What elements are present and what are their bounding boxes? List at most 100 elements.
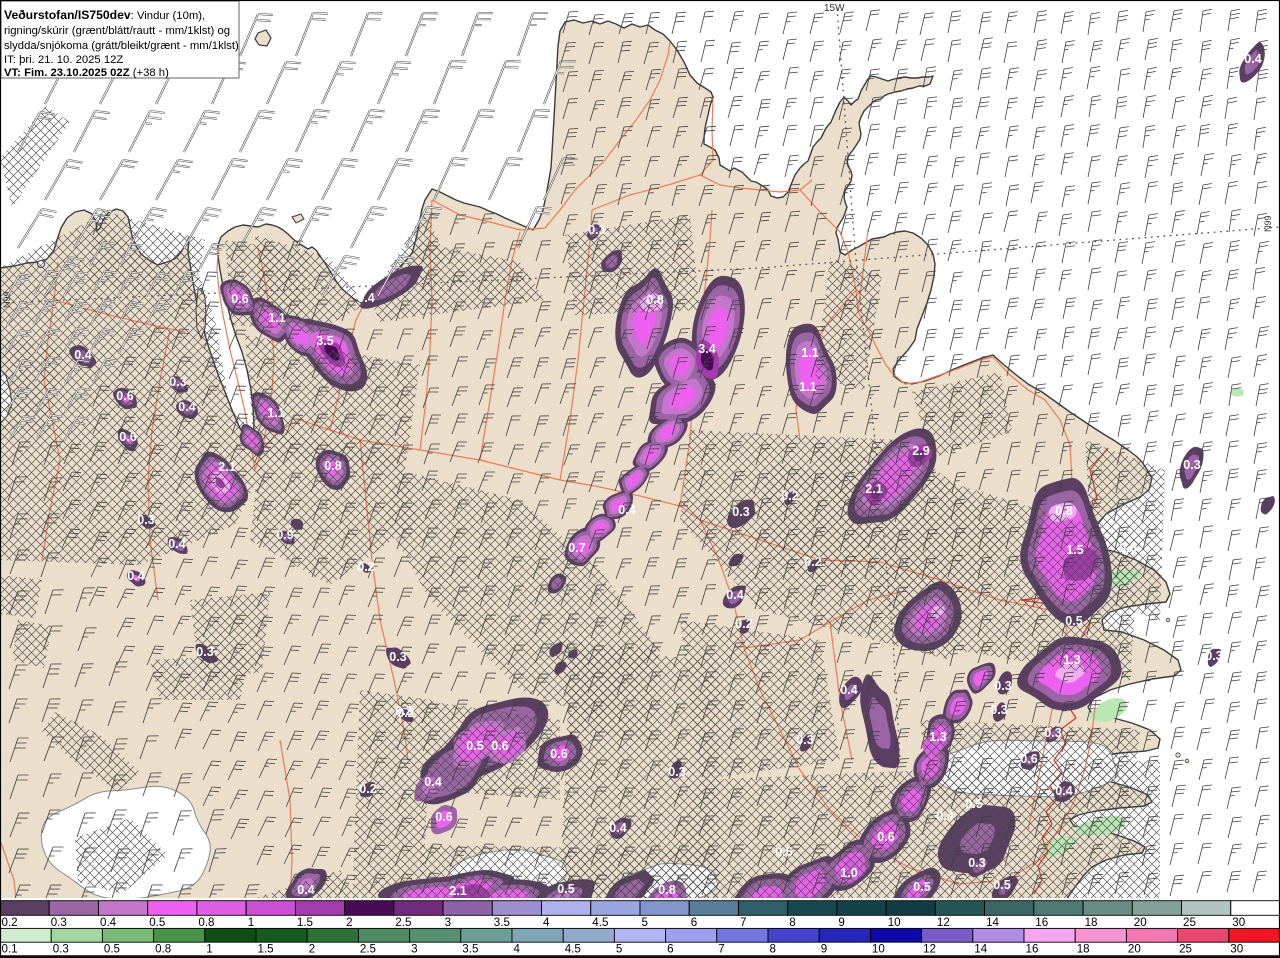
svg-text:2.1: 2.1 xyxy=(865,482,882,496)
svg-text:2: 2 xyxy=(309,943,315,956)
svg-text:0.6: 0.6 xyxy=(1119,541,1136,555)
svg-text:0.5: 0.5 xyxy=(104,943,120,956)
svg-text:0.4: 0.4 xyxy=(609,821,626,835)
svg-text:0.5: 0.5 xyxy=(149,916,165,929)
svg-text:0.3: 0.3 xyxy=(1205,649,1222,663)
svg-text:1.3: 1.3 xyxy=(929,730,946,744)
svg-text:0.3: 0.3 xyxy=(990,703,1007,717)
svg-text:0.6: 0.6 xyxy=(231,292,248,306)
svg-text:slydda/snjókoma (grátt/bleikt/: slydda/snjókoma (grátt/bleikt/grænt - mm… xyxy=(4,40,239,52)
svg-text:7: 7 xyxy=(718,943,724,956)
svg-text:1.3: 1.3 xyxy=(1063,653,1080,667)
svg-text:3: 3 xyxy=(411,943,417,956)
svg-text:0.8: 0.8 xyxy=(646,293,663,307)
svg-text:0.6: 0.6 xyxy=(775,845,792,859)
svg-text:2.1: 2.1 xyxy=(449,884,466,898)
svg-text:0.4: 0.4 xyxy=(840,683,857,697)
svg-text:0.5: 0.5 xyxy=(913,880,930,894)
svg-text:25: 25 xyxy=(1183,916,1196,929)
svg-text:0.8: 0.8 xyxy=(324,459,341,473)
svg-text:0.3: 0.3 xyxy=(51,916,67,929)
svg-text:8: 8 xyxy=(789,916,795,929)
svg-text:0.4: 0.4 xyxy=(1055,784,1072,798)
svg-text:0.3: 0.3 xyxy=(668,765,685,779)
svg-text:0.6: 0.6 xyxy=(1020,752,1037,766)
svg-text:0.4: 0.4 xyxy=(424,775,441,789)
svg-text:5: 5 xyxy=(616,943,622,956)
svg-text:16: 16 xyxy=(1026,943,1039,956)
svg-text:12: 12 xyxy=(923,943,936,956)
svg-text:0.4: 0.4 xyxy=(168,537,185,551)
svg-text:0.6: 0.6 xyxy=(119,430,136,444)
svg-text:2.1: 2.1 xyxy=(218,460,235,474)
svg-text:4.5: 4.5 xyxy=(565,943,581,956)
svg-text:0.3: 0.3 xyxy=(994,679,1011,693)
svg-text:0.5: 0.5 xyxy=(1065,614,1082,628)
svg-text:1.5: 1.5 xyxy=(1066,543,1083,557)
svg-text:3.5: 3.5 xyxy=(462,943,478,956)
svg-text:0.4: 0.4 xyxy=(74,348,91,362)
svg-text:3: 3 xyxy=(445,916,451,929)
svg-text:Veðurstofan/IS750dev: Vindur (: Veðurstofan/IS750dev: Vindur (10m), xyxy=(4,8,205,22)
svg-text:15W: 15W xyxy=(824,3,845,14)
svg-text:0.3: 0.3 xyxy=(732,505,749,519)
svg-text:0.6: 0.6 xyxy=(116,389,133,403)
svg-text:2: 2 xyxy=(346,916,352,929)
svg-text:6: 6 xyxy=(667,943,673,956)
svg-text:20: 20 xyxy=(1134,916,1147,929)
svg-text:0.4: 0.4 xyxy=(726,588,743,602)
svg-text:0.3: 0.3 xyxy=(53,943,69,956)
svg-text:0.9: 0.9 xyxy=(276,528,293,542)
svg-text:0.3: 0.3 xyxy=(196,645,213,659)
svg-text:0.3: 0.3 xyxy=(588,223,605,237)
svg-text:0.4: 0.4 xyxy=(178,400,195,414)
svg-text:14: 14 xyxy=(986,916,999,929)
svg-text:14: 14 xyxy=(974,943,987,956)
svg-text:2.5: 2.5 xyxy=(395,916,411,929)
svg-text:16: 16 xyxy=(1035,916,1048,929)
svg-text:2.9: 2.9 xyxy=(912,444,929,458)
svg-text:0.5: 0.5 xyxy=(965,797,982,811)
svg-text:1.5: 1.5 xyxy=(297,916,313,929)
svg-text:12: 12 xyxy=(937,916,950,929)
svg-text:30: 30 xyxy=(1230,943,1243,956)
svg-text:0.2: 0.2 xyxy=(2,916,18,929)
svg-text:7: 7 xyxy=(740,916,746,929)
svg-text:0.2: 0.2 xyxy=(357,560,374,574)
svg-text:0.8: 0.8 xyxy=(1055,504,1072,518)
svg-text:10: 10 xyxy=(888,916,901,929)
svg-text:10: 10 xyxy=(872,943,885,956)
svg-text:1.1: 1.1 xyxy=(799,380,816,394)
svg-text:1: 1 xyxy=(206,943,212,956)
svg-text:8: 8 xyxy=(770,943,776,956)
svg-text:2.5: 2.5 xyxy=(360,943,376,956)
svg-text:3.5: 3.5 xyxy=(316,334,333,348)
svg-text:0.2: 0.2 xyxy=(804,555,821,569)
svg-text:9: 9 xyxy=(838,916,844,929)
svg-text:rigning/skúrir (grænt/blátt/ra: rigning/skúrir (grænt/blátt/rautt - mm/1… xyxy=(4,25,230,37)
svg-text:1.1: 1.1 xyxy=(267,406,284,420)
svg-text:30: 30 xyxy=(1232,916,1245,929)
svg-text:20: 20 xyxy=(1128,943,1141,956)
svg-text:18: 18 xyxy=(1085,916,1098,929)
svg-text:3.5: 3.5 xyxy=(494,916,510,929)
svg-text:0.4: 0.4 xyxy=(127,569,144,583)
svg-text:0.6: 0.6 xyxy=(877,830,894,844)
svg-text:0.8: 0.8 xyxy=(658,883,675,897)
svg-text:VT: Fim. 23.10.2025 02Z (+38 h: VT: Fim. 23.10.2025 02Z (+38 h) xyxy=(4,67,169,79)
svg-text:0.2: 0.2 xyxy=(395,704,412,718)
svg-text:1.5: 1.5 xyxy=(258,943,274,956)
svg-text:0.2: 0.2 xyxy=(359,782,376,796)
svg-text:0.3: 0.3 xyxy=(796,733,813,747)
svg-text:0.4: 0.4 xyxy=(297,883,314,897)
svg-text:1: 1 xyxy=(248,916,254,929)
svg-text:4.5: 4.5 xyxy=(592,916,608,929)
svg-text:0.4: 0.4 xyxy=(357,291,374,305)
svg-text:0.4: 0.4 xyxy=(1244,52,1261,66)
svg-text:0.2: 0.2 xyxy=(735,617,752,631)
svg-text:0.5: 0.5 xyxy=(466,739,483,753)
svg-text:0.2: 0.2 xyxy=(781,489,798,503)
svg-text:0.3: 0.3 xyxy=(1183,458,1200,472)
svg-text:4: 4 xyxy=(543,916,550,929)
svg-text:0.4: 0.4 xyxy=(936,809,953,823)
